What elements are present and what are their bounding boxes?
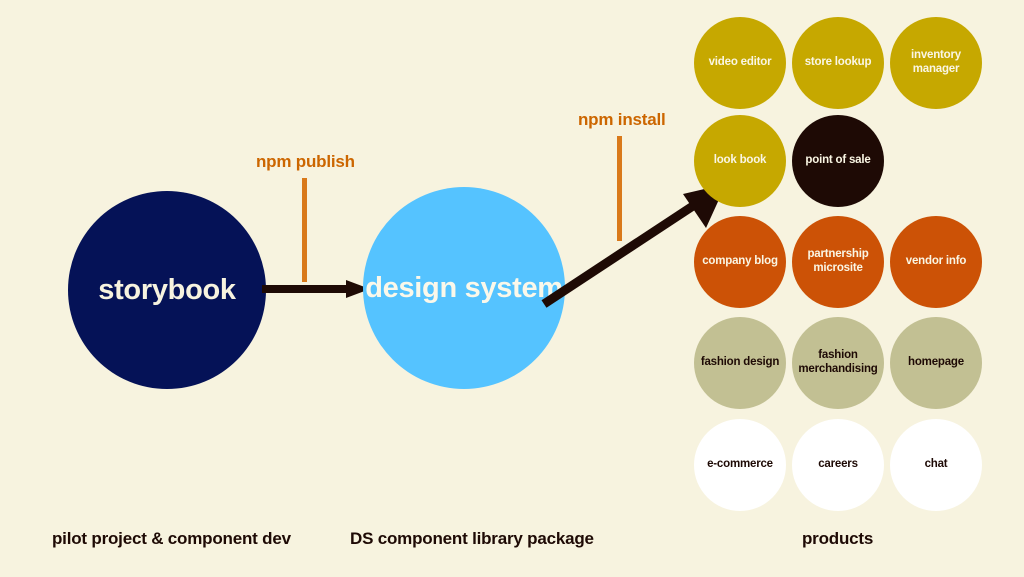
product-label: homepage xyxy=(908,356,964,369)
product-circle[interactable]: fashion design xyxy=(694,317,786,409)
product-circle[interactable]: chat xyxy=(890,419,982,511)
product-circle[interactable]: homepage xyxy=(890,317,982,409)
arrow-storybook-to-design-system xyxy=(262,280,370,298)
product-circle[interactable]: inventory manager xyxy=(890,17,982,109)
product-label: fashion merchandising xyxy=(798,349,878,375)
product-label: company blog xyxy=(702,255,778,268)
node-storybook[interactable]: storybook xyxy=(68,191,266,389)
product-label: vendor info xyxy=(905,255,967,268)
product-circle[interactable]: video editor xyxy=(694,17,786,109)
product-circle[interactable]: point of sale xyxy=(792,115,884,207)
caption-ds-package: DS component library package xyxy=(350,529,594,548)
caption-pilot-project: pilot project & component dev xyxy=(52,529,291,548)
product-circle[interactable]: careers xyxy=(792,419,884,511)
product-label: inventory manager xyxy=(911,49,961,75)
product-label: video editor xyxy=(708,56,772,69)
product-circle[interactable]: partnership microsite xyxy=(792,216,884,308)
product-label: careers xyxy=(818,458,858,471)
product-circle[interactable]: look book xyxy=(694,115,786,207)
product-circle[interactable]: store lookup xyxy=(792,17,884,109)
product-label: chat xyxy=(924,458,948,471)
npm-publish-tick xyxy=(302,178,307,282)
product-circle[interactable]: vendor info xyxy=(890,216,982,308)
product-label: e-commerce xyxy=(707,458,773,471)
product-label: partnership microsite xyxy=(807,248,869,274)
product-circle[interactable]: e-commerce xyxy=(694,419,786,511)
product-label: store lookup xyxy=(804,56,872,69)
diagram-canvas: storybook npm publish design system npm … xyxy=(0,0,1024,577)
product-label: point of sale xyxy=(805,154,871,167)
node-design-system-label: design system xyxy=(365,271,563,304)
node-storybook-label: storybook xyxy=(98,273,236,306)
product-label: fashion design xyxy=(700,356,780,369)
caption-products: products xyxy=(802,529,874,548)
product-circle[interactable]: fashion merchandising xyxy=(792,317,884,409)
node-design-system[interactable]: design system xyxy=(363,187,565,389)
npm-publish-label: npm publish xyxy=(256,152,355,171)
product-label: look book xyxy=(713,154,767,167)
npm-install-label: npm install xyxy=(578,110,666,129)
product-circle[interactable]: company blog xyxy=(694,216,786,308)
